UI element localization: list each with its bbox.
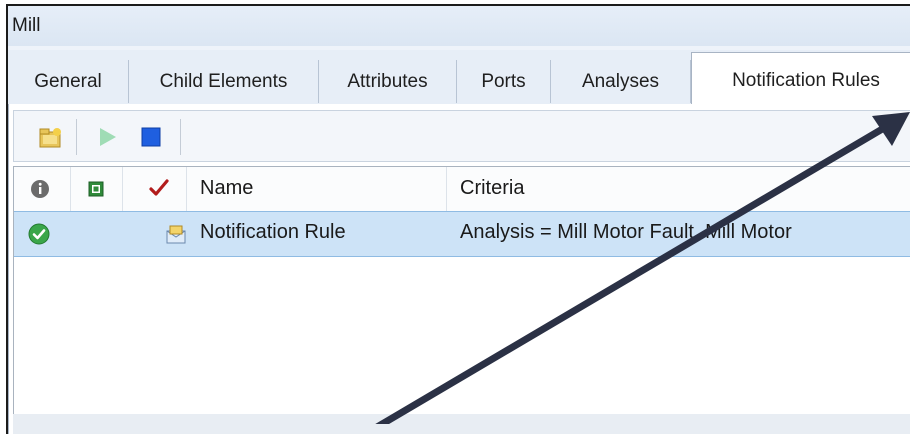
play-icon[interactable] [94, 124, 120, 150]
window-title: Mill [8, 6, 910, 46]
status-bar [13, 414, 910, 434]
notification-rules-panel: Name Criteria Notification Rule Analysis… [8, 104, 910, 434]
table-row[interactable]: Notification Rule Analysis = Mill Motor … [14, 211, 910, 257]
table-header: Name Criteria [14, 167, 910, 212]
checkmark-icon[interactable] [148, 177, 170, 199]
notification-rules-table: Name Criteria Notification Rule Analysis… [13, 166, 910, 416]
column-header-name[interactable]: Name [200, 177, 253, 200]
column-separator[interactable] [70, 167, 71, 211]
row-name: Notification Rule [200, 221, 346, 243]
info-icon[interactable] [30, 179, 50, 199]
tab-ports[interactable]: Ports [457, 60, 551, 103]
tab-strip: General Child Elements Attributes Ports … [8, 50, 910, 105]
column-separator[interactable] [446, 167, 447, 211]
tab-child-elements[interactable]: Child Elements [129, 60, 319, 103]
notification-rule-icon [166, 225, 186, 244]
stop-icon[interactable] [138, 124, 164, 150]
new-folder-icon[interactable] [38, 124, 64, 150]
tab-general[interactable]: General [8, 60, 129, 103]
column-separator[interactable] [122, 167, 123, 211]
status-icon[interactable] [88, 181, 104, 197]
window-frame: Mill General Child Elements Attributes P… [6, 4, 910, 434]
green-check-icon [28, 223, 50, 245]
row-criteria: Analysis = Mill Motor Fault, Mill Motor [460, 221, 792, 243]
column-separator[interactable] [186, 167, 187, 211]
column-header-criteria[interactable]: Criteria [460, 177, 524, 200]
toolbar-separator [76, 119, 77, 155]
tab-attributes[interactable]: Attributes [319, 60, 457, 103]
tab-analyses[interactable]: Analyses [551, 60, 691, 103]
toolbar-separator [180, 119, 181, 155]
toolbar [13, 110, 910, 162]
tab-notification-rules[interactable]: Notification Rules [691, 52, 910, 104]
